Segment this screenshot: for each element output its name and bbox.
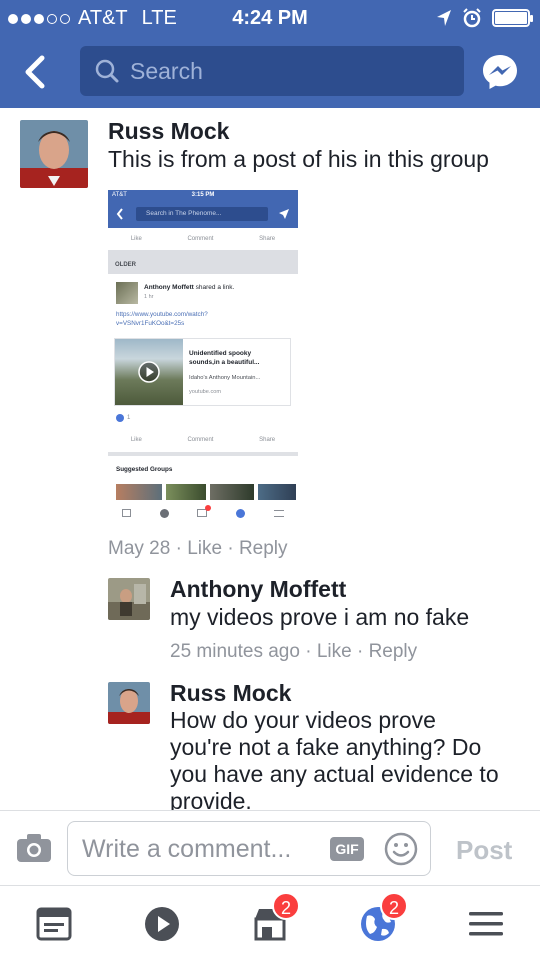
avatar[interactable]	[108, 682, 150, 724]
embedded-age: 1 hr	[144, 294, 154, 300]
reply-link[interactable]: Reply	[239, 538, 288, 559]
menu-icon[interactable]	[466, 904, 506, 944]
alarm-icon	[463, 8, 481, 28]
status-bar: AT&T LTE 4:24 PM	[0, 0, 540, 36]
comment-text: my videos prove i am no fake	[170, 604, 470, 630]
embedded-link-card: Unidentified spooky sounds,in a beautifu…	[114, 338, 291, 406]
embedded-back-icon	[116, 208, 123, 220]
suggested-group-photos	[116, 484, 298, 500]
gif-button[interactable]: GIF	[330, 837, 364, 861]
video-thumbnail	[115, 339, 183, 405]
sticker-icon[interactable]	[384, 832, 418, 866]
like-link[interactable]: Like	[317, 641, 352, 662]
comment-text: This is from a post of his in this group	[108, 146, 489, 172]
location-icon	[437, 10, 451, 26]
tab-notifications[interactable]: 2	[358, 892, 408, 944]
russ-mock-photo	[20, 120, 88, 188]
video-icon[interactable]	[142, 904, 182, 944]
embedded-search: Search in The Phenome...	[136, 207, 268, 221]
embedded-suggested: Suggested Groups	[116, 466, 173, 473]
comment-meta: 25 minutes ago · Like · Reply	[170, 641, 418, 662]
play-icon	[138, 361, 160, 383]
embedded-actions-bottom: Like Comment Share	[130, 437, 276, 443]
comment-author[interactable]: Russ Mock	[170, 680, 291, 707]
tab-marketplace[interactable]: 2	[250, 892, 300, 944]
comment-text: How do your videos prove you're not a fa…	[170, 707, 499, 814]
camera-icon[interactable]	[16, 833, 52, 863]
comment-author[interactable]: Anthony Moffett	[170, 576, 346, 603]
embedded-link: https://www.youtube.com/watch? v=VSNvr1F…	[116, 311, 208, 327]
embedded-poster: Anthony Moffett	[144, 284, 194, 291]
comment-author[interactable]: Russ Mock	[108, 118, 229, 145]
embedded-reactions: 1	[116, 414, 130, 422]
avatar[interactable]	[108, 578, 150, 620]
news-feed-icon[interactable]	[34, 904, 74, 944]
marketplace-badge: 2	[272, 892, 300, 920]
embedded-tab-bar	[108, 504, 298, 522]
comment-input[interactable]: Write a comment... GIF	[67, 821, 431, 876]
embedded-actions-top: Like Comment Share	[130, 236, 276, 242]
search-bar[interactable]: Search	[80, 46, 464, 96]
embedded-send-icon	[279, 209, 289, 219]
messenger-icon[interactable]	[480, 52, 520, 92]
like-link[interactable]: Like	[187, 538, 222, 559]
embedded-poster-avatar	[116, 282, 138, 304]
avatar[interactable]	[20, 120, 88, 188]
embedded-section-label: OLDER	[108, 250, 298, 274]
comment-placeholder: Write a comment...	[82, 835, 292, 863]
search-icon	[95, 59, 119, 83]
comment-date: May 28	[108, 538, 171, 559]
bottom-tab-bar: 2 2	[0, 885, 540, 960]
back-arrow-icon[interactable]	[18, 52, 54, 92]
post-button[interactable]: Post	[456, 835, 512, 866]
comment-date: 25 minutes ago	[170, 641, 300, 662]
comment-composer: Write a comment... GIF Post	[0, 810, 540, 885]
battery-icon	[492, 9, 533, 27]
notifications-badge: 2	[380, 892, 408, 920]
attached-screenshot[interactable]: AT&T 3:15 PM Search in The Phenome... Li…	[108, 190, 298, 522]
like-reaction-icon	[116, 414, 124, 422]
comment-meta: May 28 · Like · Reply	[108, 538, 288, 559]
russ-mock-photo	[108, 682, 150, 724]
app-header: AT&T LTE 4:24 PM Search	[0, 0, 540, 108]
anthony-moffett-photo	[108, 578, 150, 620]
embedded-time: 3:15 PM	[191, 192, 215, 198]
search-placeholder: Search	[130, 58, 203, 84]
reply-link[interactable]: Reply	[369, 641, 418, 662]
